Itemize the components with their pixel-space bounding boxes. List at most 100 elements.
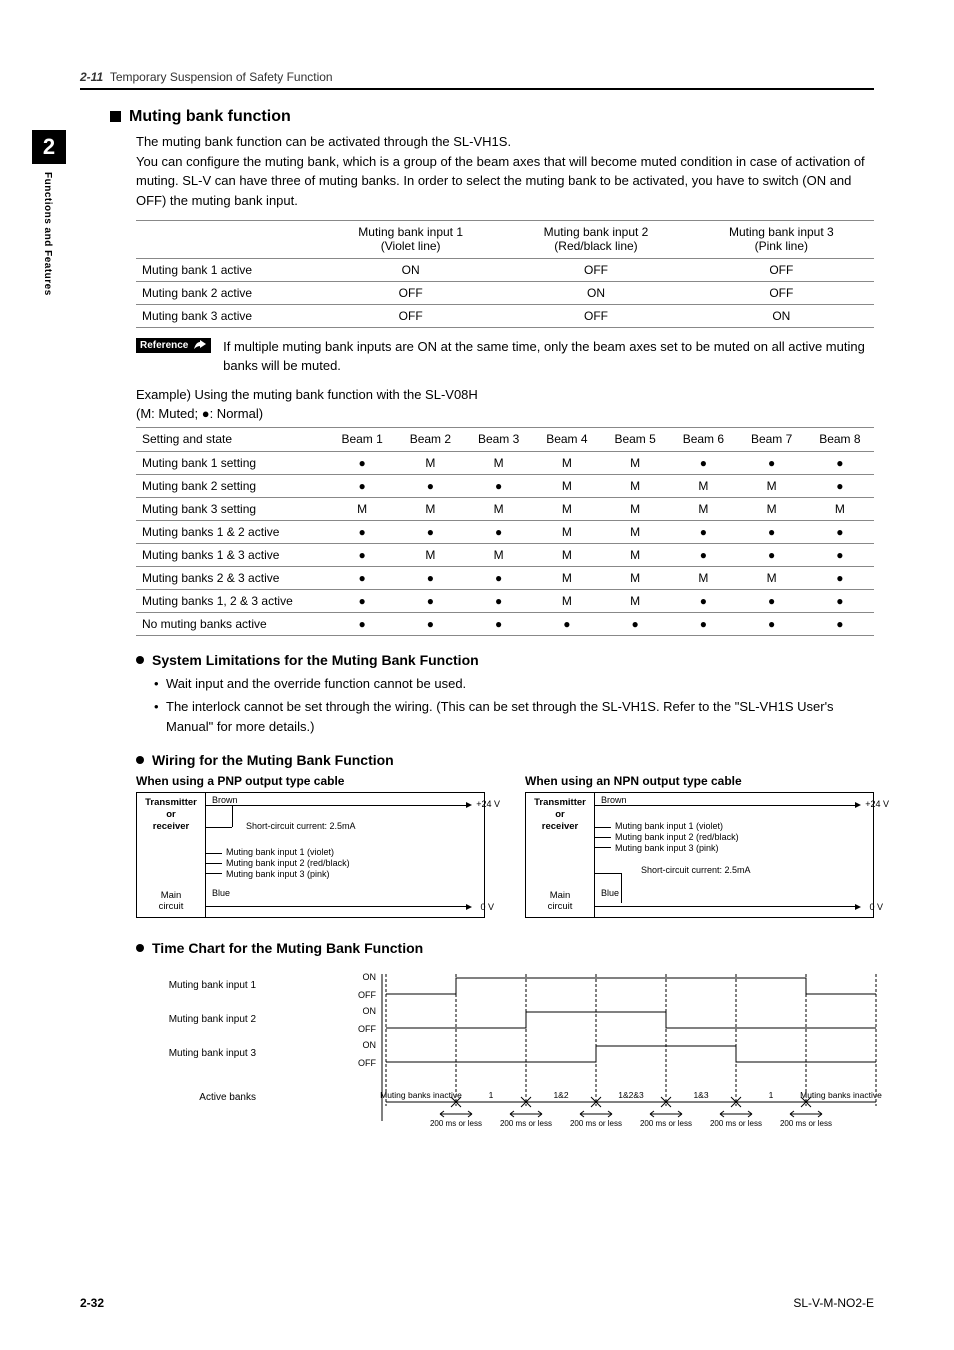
- table-header: Muting bank input 3(Pink line): [689, 221, 874, 259]
- table-cell: ●: [328, 451, 396, 474]
- table-cell: M: [396, 543, 464, 566]
- table-cell: ●: [328, 520, 396, 543]
- table-cell: ●: [806, 474, 874, 497]
- table-cell: M: [669, 497, 737, 520]
- table-cell: ●: [669, 612, 737, 635]
- wire-blue-label: Blue: [212, 888, 230, 899]
- table-cell: ●: [669, 451, 737, 474]
- table-cell: M: [465, 497, 533, 520]
- table-cell: M: [601, 474, 669, 497]
- limitations-list: Wait input and the override function can…: [154, 674, 874, 737]
- wire-short-label: Short-circuit current: 2.5mA: [641, 865, 751, 876]
- table-cell: Muting bank 2 active: [136, 281, 318, 304]
- table-cell: ●: [806, 543, 874, 566]
- table-row: Muting bank 2 activeOFFONOFF: [136, 281, 874, 304]
- table-cell: ●: [806, 520, 874, 543]
- table-cell: ●: [465, 566, 533, 589]
- wire-short-label: Short-circuit current: 2.5mA: [246, 821, 356, 832]
- table-cell: M: [533, 474, 601, 497]
- table-cell: ●: [328, 612, 396, 635]
- table-header: Beam 1: [328, 428, 396, 451]
- wiring-main-label: Maincircuit: [530, 890, 590, 914]
- wire-in3-label: Muting bank input 3 (pink): [226, 869, 330, 880]
- reference-icon: [193, 340, 207, 350]
- svg-text:200 ms or less: 200 ms or less: [780, 1119, 832, 1128]
- table-cell: ●: [669, 543, 737, 566]
- table-row: Muting banks 1, 2 & 3 active●●●MM●●●: [136, 589, 874, 612]
- heading-limitations: System Limitations for the Muting Bank F…: [136, 652, 874, 668]
- table-cell: ●: [328, 474, 396, 497]
- table-cell: ●: [806, 451, 874, 474]
- table-cell: M: [533, 451, 601, 474]
- wire-blue-label: Blue: [601, 888, 619, 899]
- table-cell: M: [601, 589, 669, 612]
- svg-text:Muting banks inactive: Muting banks inactive: [380, 1090, 462, 1100]
- table-cell: OFF: [689, 258, 874, 281]
- table-header: Muting bank input 2(Red/black line): [503, 221, 688, 259]
- wire-in3-label: Muting bank input 3 (pink): [615, 843, 719, 854]
- table-cell: M: [533, 520, 601, 543]
- svg-text:Muting bank input 1: Muting bank input 1: [169, 980, 257, 991]
- list-item: The interlock cannot be set through the …: [154, 697, 874, 736]
- table-row: Muting bank 3 activeOFFOFFON: [136, 304, 874, 327]
- svg-text:ON: ON: [363, 1040, 377, 1050]
- table-header: Beam 8: [806, 428, 874, 451]
- table-cell: ●: [465, 474, 533, 497]
- table-cell: ●: [806, 566, 874, 589]
- table-header: Beam 7: [738, 428, 806, 451]
- table-header: Beam 6: [669, 428, 737, 451]
- table-row: Muting banks 1 & 3 active●MMMM●●●: [136, 543, 874, 566]
- page-number: 2-32: [80, 1296, 104, 1310]
- heading-timechart: Time Chart for the Muting Bank Function: [136, 940, 874, 956]
- table-cell: M: [738, 474, 806, 497]
- wire-24v-label: +24 V: [865, 799, 889, 810]
- table-cell: M: [601, 451, 669, 474]
- table-cell: ●: [328, 566, 396, 589]
- table-header: [136, 221, 318, 259]
- wire-24v-label: +24 V: [476, 799, 500, 810]
- wiring-npn-title: When using an NPN output type cable: [525, 774, 874, 788]
- time-chart-diagram: Muting bank input 1 ON OFF Muting bank inpu…: [136, 966, 874, 1149]
- svg-text:200 ms or less: 200 ms or less: [570, 1119, 622, 1128]
- reference-badge: Reference: [136, 338, 211, 353]
- wiring-pnp-title: When using a PNP output type cable: [136, 774, 485, 788]
- svg-text:1: 1: [489, 1090, 494, 1100]
- table-cell: ●: [396, 612, 464, 635]
- svg-text:1&3: 1&3: [693, 1090, 708, 1100]
- svg-text:200 ms or less: 200 ms or less: [430, 1119, 482, 1128]
- muting-bank-input-table: Muting bank input 1(Violet line)Muting b…: [136, 220, 874, 328]
- intro-text: The muting bank function can be activate…: [136, 132, 874, 210]
- svg-text:Muting banks inactive: Muting banks inactive: [800, 1090, 882, 1100]
- table-cell: M: [465, 543, 533, 566]
- table-cell: M: [669, 566, 737, 589]
- table-header: Beam 3: [465, 428, 533, 451]
- table-cell: ●: [328, 589, 396, 612]
- wire-in1-label: Muting bank input 1 (violet): [226, 847, 334, 858]
- wire-in2-label: Muting bank input 2 (red/black): [615, 832, 739, 843]
- svg-text:Muting bank input 2: Muting bank input 2: [169, 1014, 257, 1025]
- table-cell: Muting bank 2 setting: [136, 474, 328, 497]
- table-cell: ●: [533, 612, 601, 635]
- table-cell: M: [601, 520, 669, 543]
- table-cell: OFF: [689, 281, 874, 304]
- table-cell: Muting bank 3 setting: [136, 497, 328, 520]
- table-cell: ●: [396, 474, 464, 497]
- table-row: No muting banks active●●●●●●●●: [136, 612, 874, 635]
- wire-0v-label: 0 V: [869, 902, 883, 913]
- table-cell: Muting bank 1 setting: [136, 451, 328, 474]
- table-row: Muting bank 1 activeONOFFOFF: [136, 258, 874, 281]
- wire-in2-label: Muting bank input 2 (red/black): [226, 858, 350, 869]
- wiring-npn-diagram: Transmitterorreceiver Maincircuit Brown …: [525, 792, 874, 918]
- table-cell: M: [601, 543, 669, 566]
- table-cell: ●: [738, 451, 806, 474]
- svg-text:Active banks: Active banks: [199, 1092, 256, 1103]
- svg-text:OFF: OFF: [358, 990, 376, 1000]
- table-cell: Muting bank 1 active: [136, 258, 318, 281]
- table-cell: ●: [465, 589, 533, 612]
- table-header: Beam 2: [396, 428, 464, 451]
- table-cell: ON: [318, 258, 503, 281]
- beam-state-table: Setting and stateBeam 1Beam 2Beam 3Beam …: [136, 427, 874, 635]
- table-cell: OFF: [503, 304, 688, 327]
- wiring-tx-label: Transmitterorreceiver: [530, 797, 590, 833]
- table-cell: M: [533, 566, 601, 589]
